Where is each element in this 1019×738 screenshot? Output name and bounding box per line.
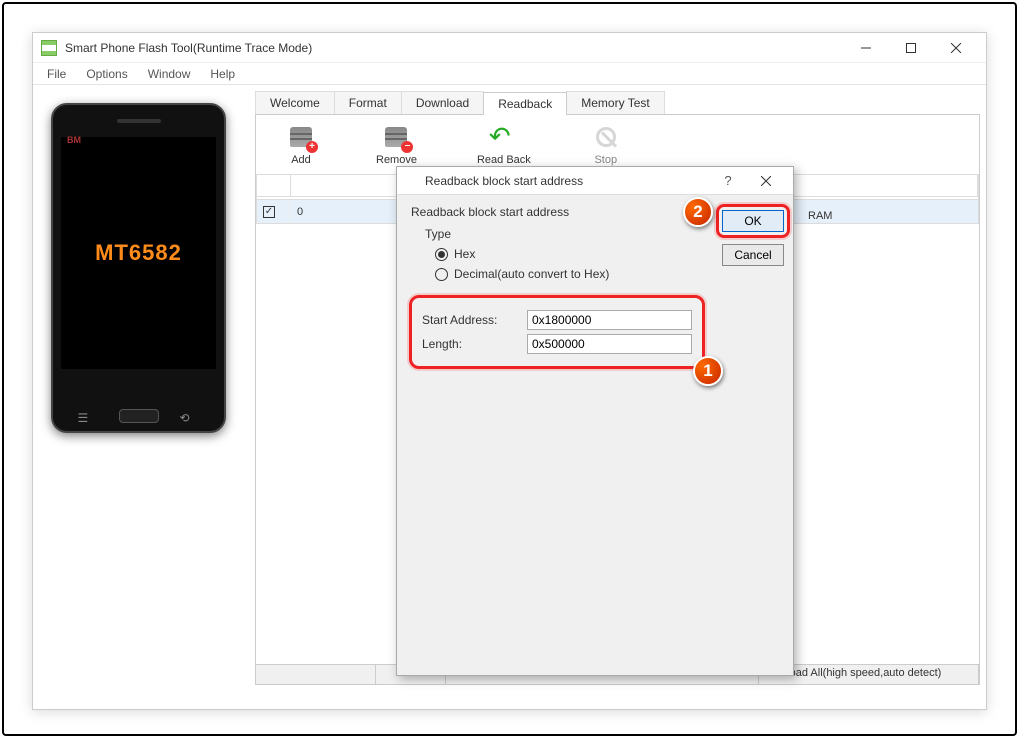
length-label: Length: [422,337,527,351]
stop-icon [591,125,621,151]
start-address-label: Start Address: [422,313,527,327]
cancel-box: Cancel [722,244,784,266]
maximize-button[interactable] [888,34,933,62]
minimize-button[interactable] [843,34,888,62]
window-controls [843,34,978,62]
dialog-close-button[interactable] [747,168,785,194]
radio-decimal-row[interactable]: Decimal(auto convert to Hex) [435,267,779,281]
start-address-row: Start Address: [422,310,692,330]
database-add-icon: + [286,125,316,151]
radio-decimal-label: Decimal(auto convert to Hex) [454,267,609,281]
menubar: File Options Window Help [33,63,986,85]
readback-dialog: Readback block start address ? Readback … [396,166,794,676]
row-checkbox[interactable]: ✓ [263,206,275,218]
chip-label: MT6582 [95,240,182,266]
length-row: Length: [422,334,692,354]
tab-memory-test[interactable]: Memory Test [566,91,664,114]
start-address-input[interactable] [527,310,692,330]
radio-hex[interactable] [435,248,448,261]
app-icon [41,40,57,56]
menu-icon: ☰ [78,411,98,421]
database-remove-icon: – [381,125,411,151]
dialog-icon [405,174,419,188]
cancel-button[interactable]: Cancel [722,244,784,266]
readback-button[interactable]: ↶ Read Back [477,125,531,166]
menu-options[interactable]: Options [78,65,135,83]
length-input[interactable] [527,334,692,354]
remove-button[interactable]: – Remove [376,125,417,166]
cell-start: 0 [291,200,411,223]
radio-decimal[interactable] [435,268,448,281]
menu-file[interactable]: File [39,65,74,83]
address-highlight-group: Start Address: Length: [409,295,705,369]
dialog-title: Readback block start address [425,174,709,188]
close-button[interactable] [933,34,978,62]
home-button-icon [119,409,159,423]
ok-highlight: OK [716,204,790,238]
phone-illustration: BM MT6582 ☰ ⟲ [51,103,226,433]
dialog-help-button[interactable]: ? [709,168,747,194]
phone-screen: MT6582 [61,137,216,369]
add-button[interactable]: + Add [286,125,316,166]
tab-strip: Welcome Format Download Readback Memory … [255,91,980,115]
phone-brand-mark: BM [67,135,81,145]
left-pane: BM MT6582 ☰ ⟲ [33,85,255,709]
titlebar: Smart Phone Flash Tool(Runtime Trace Mod… [33,33,986,63]
tab-welcome[interactable]: Welcome [255,91,335,114]
phone-speaker [117,119,161,123]
ram-label: RAM [808,210,832,222]
tab-download[interactable]: Download [401,91,484,114]
callout-2: 2 [683,197,713,227]
callout-1: 1 [693,356,723,386]
menu-window[interactable]: Window [140,65,199,83]
tab-format[interactable]: Format [334,91,402,114]
phone-nav: ☰ ⟲ [53,409,224,423]
radio-hex-label: Hex [454,247,475,261]
menu-help[interactable]: Help [202,65,243,83]
back-icon: ⟲ [180,411,200,421]
tab-readback[interactable]: Readback [483,92,567,115]
ok-button[interactable]: OK [722,210,784,232]
window-title: Smart Phone Flash Tool(Runtime Trace Mod… [65,41,843,55]
dialog-titlebar: Readback block start address ? [397,167,793,195]
stop-button[interactable]: Stop [591,125,621,166]
arrow-back-icon: ↶ [489,125,519,151]
